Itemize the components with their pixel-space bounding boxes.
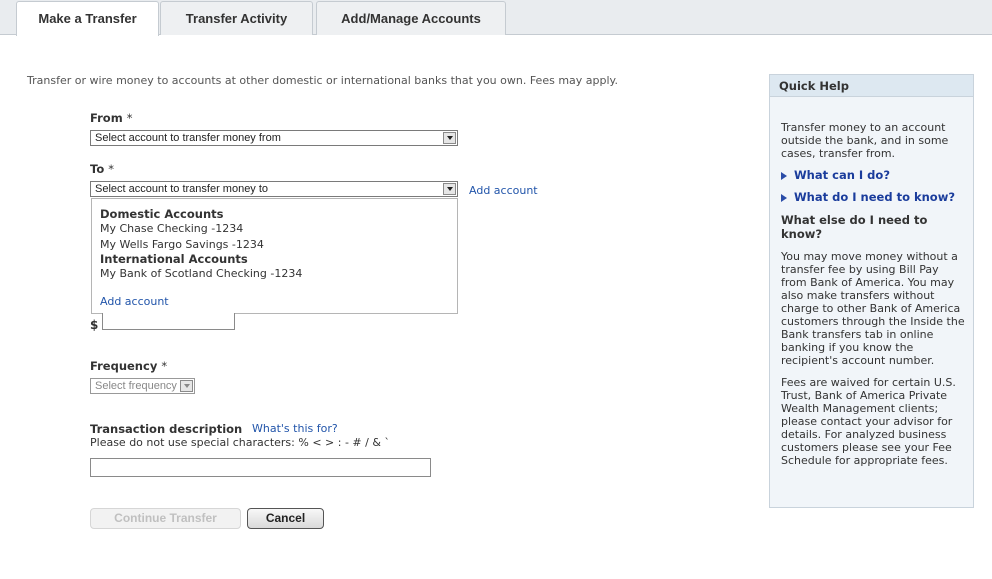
quick-help-title: Quick Help	[770, 75, 973, 97]
chevron-down-icon[interactable]	[443, 132, 456, 144]
tab-transfer-activity[interactable]: Transfer Activity	[160, 1, 313, 35]
frequency-select-value: Select frequency	[95, 380, 177, 392]
description-input[interactable]	[90, 458, 431, 477]
frequency-label: Frequency *	[90, 359, 167, 373]
tab-make-a-transfer[interactable]: Make a Transfer	[16, 1, 159, 36]
currency-symbol: $	[90, 318, 99, 332]
triangle-right-icon	[781, 193, 787, 202]
to-label-text: To	[90, 162, 105, 176]
group-domestic-accounts: Domestic Accounts	[100, 207, 224, 221]
frequency-required-mark: *	[161, 359, 168, 373]
to-account-dropdown: Domestic Accounts My Chase Checking -123…	[91, 198, 458, 314]
what-can-i-do-link[interactable]: What can I do?	[781, 169, 966, 182]
from-label: From *	[90, 111, 132, 125]
quick-help-subheading: What else do I need to know?	[781, 213, 928, 241]
continue-transfer-button[interactable]: Continue Transfer	[90, 508, 241, 529]
quick-help-paragraph-2: Fees are waived for certain U.S. Trust, …	[781, 376, 956, 467]
amount-input[interactable]	[102, 313, 235, 330]
description-note: Please do not use special characters: % …	[90, 436, 390, 449]
option-wells-fargo-savings[interactable]: My Wells Fargo Savings -1234	[100, 238, 264, 251]
option-bank-of-scotland-checking[interactable]: My Bank of Scotland Checking -1234	[100, 267, 302, 280]
quick-help-body: Transfer money to an account outside the…	[781, 121, 966, 476]
group-international-accounts: International Accounts	[100, 252, 248, 266]
quick-help-panel: Quick Help Transfer money to an account …	[769, 74, 974, 508]
to-label: To *	[90, 162, 114, 176]
quick-help-intro: Transfer money to an account outside the…	[781, 121, 949, 160]
option-chase-checking[interactable]: My Chase Checking -1234	[100, 222, 243, 235]
chevron-down-icon[interactable]	[443, 183, 456, 195]
to-select-value: Select account to transfer money to	[95, 183, 269, 195]
from-select-value: Select account to transfer money from	[95, 132, 281, 144]
dropdown-add-account-link[interactable]: Add account	[100, 295, 169, 308]
what-do-i-need-to-know-link[interactable]: What do I need to know?	[781, 191, 966, 204]
tab-add-manage-accounts[interactable]: Add/Manage Accounts	[316, 1, 506, 35]
triangle-right-icon	[781, 171, 787, 180]
from-select[interactable]: Select account to transfer money from	[90, 130, 458, 146]
add-account-link[interactable]: Add account	[469, 184, 538, 197]
frequency-label-text: Frequency	[90, 359, 158, 373]
cancel-button[interactable]: Cancel	[247, 508, 324, 529]
frequency-select[interactable]: Select frequency	[90, 378, 195, 394]
intro-text: Transfer or wire money to accounts at ot…	[27, 74, 618, 87]
chevron-down-icon[interactable]	[180, 380, 193, 392]
from-required-mark: *	[126, 111, 133, 125]
what-can-i-do-text: What can I do?	[794, 168, 890, 182]
description-label: Transaction description	[90, 422, 243, 436]
tab-bar: Make a Transfer Transfer Activity Add/Ma…	[0, 0, 992, 36]
what-do-i-need-to-know-text: What do I need to know?	[794, 190, 956, 204]
quick-help-paragraph-1: You may move money without a transfer fe…	[781, 250, 965, 367]
to-select[interactable]: Select account to transfer money to	[90, 181, 458, 197]
from-label-text: From	[90, 111, 123, 125]
whats-this-for-link[interactable]: What's this for?	[252, 422, 338, 435]
to-required-mark: *	[108, 162, 114, 176]
